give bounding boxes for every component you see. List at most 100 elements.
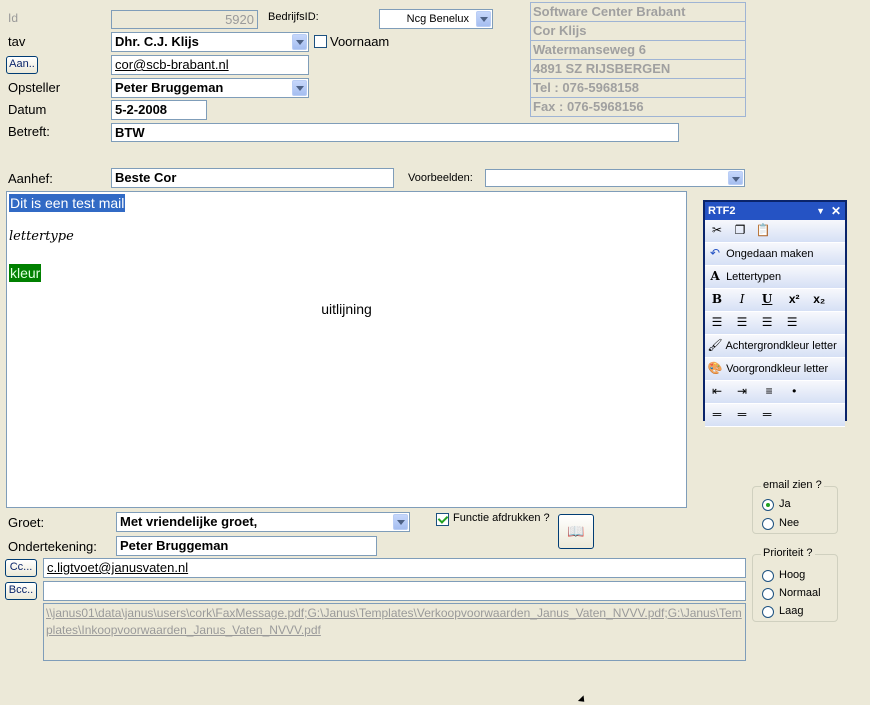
address-line-5: Tel : 076-5968158 xyxy=(530,78,746,98)
chevron-down-icon[interactable] xyxy=(292,80,307,96)
email-ja-label: Ja xyxy=(779,498,791,510)
rtf-row-format: B I U x² x₂ xyxy=(705,289,845,312)
betreft-label: Betreft: xyxy=(8,124,50,139)
attachments-list[interactable]: \\janus01\data\janus\users\cork\FaxMessa… xyxy=(43,603,746,661)
dropdown-icon[interactable]: ▼ xyxy=(816,202,825,220)
cc-button[interactable]: Cc... xyxy=(5,559,37,577)
bedrijfsid-label: BedrijfsID: xyxy=(268,11,319,23)
groet-select[interactable]: Met vriendelijke groet, xyxy=(116,512,410,532)
voorbeelden-select[interactable] xyxy=(485,169,745,187)
chevron-down-icon[interactable] xyxy=(728,171,743,185)
address-book-button[interactable]: 📖 xyxy=(558,514,594,549)
line-triple-icon[interactable]: ═ xyxy=(759,404,775,425)
ondertekening-input[interactable]: Peter Bruggeman xyxy=(116,536,377,556)
rtf-row-clipboard: ✂ ❐ 📋 xyxy=(705,220,845,243)
opsteller-value: Peter Bruggeman xyxy=(115,80,224,95)
message-editor[interactable]: Dit is een test mail lettertype kleur ui… xyxy=(6,191,687,508)
paint-bucket-icon: 🖌 xyxy=(707,338,723,352)
aanhef-input[interactable]: Beste Cor xyxy=(111,168,394,188)
cut-icon[interactable]: ✂ xyxy=(709,220,725,241)
rtf-row-lines: ═ ═ ═ xyxy=(705,404,845,427)
superscript-icon[interactable]: x² xyxy=(786,289,802,310)
rtf-row-indent: ⇤ ⇥ ≡ • xyxy=(705,381,845,404)
email-nee-radio[interactable] xyxy=(762,518,774,530)
opsteller-label: Opsteller xyxy=(8,80,61,95)
bedrijfsid-select[interactable]: Ncg Benelux xyxy=(379,9,493,29)
tav-value: Dhr. C.J. Klijs xyxy=(115,34,199,49)
rtf-toolbar-title: RTF2 ▼ ✕ xyxy=(705,202,845,220)
email-zien-title: email zien ? xyxy=(761,479,824,491)
address-line-3: Watermanseweg 6 xyxy=(530,40,746,60)
aanhef-label: Aanhef: xyxy=(8,171,53,186)
betreft-input[interactable]: BTW xyxy=(111,123,679,142)
editor-line-align: uitlijning xyxy=(321,301,372,317)
rtf-fgcolor-label: Voorgrondkleur letter xyxy=(726,363,829,375)
rtf-bgcolor-button[interactable]: 🖌 Achtergrondkleur letter xyxy=(705,335,845,358)
opsteller-select[interactable]: Peter Bruggeman xyxy=(111,78,309,98)
datum-input[interactable]: 5-2-2008 xyxy=(111,100,207,120)
italic-icon[interactable]: I xyxy=(734,289,750,310)
prioriteit-group: Prioriteit ? Hoog Normaal Laag xyxy=(752,547,838,622)
email-ja-radio[interactable] xyxy=(762,499,774,511)
address-line-2: Cor Klijs xyxy=(530,21,746,41)
align-right-icon[interactable]: ☰ xyxy=(759,312,775,333)
prio-normaal-label: Normaal xyxy=(779,587,821,599)
chevron-down-icon[interactable] xyxy=(393,514,408,530)
mouse-cursor-icon xyxy=(577,695,588,705)
email-nee-label: Nee xyxy=(779,517,800,529)
rtf-fonts-button[interactable]: A Lettertypen xyxy=(705,266,845,289)
palette-icon: 🎨 xyxy=(707,361,723,375)
line-single-icon[interactable]: ═ xyxy=(709,404,725,425)
voornaam-checkbox[interactable] xyxy=(314,35,327,48)
subscript-icon[interactable]: x₂ xyxy=(811,289,827,310)
align-center-icon[interactable]: ☰ xyxy=(734,312,750,333)
aan-button[interactable]: Aan.. xyxy=(6,56,38,74)
tav-select[interactable]: Dhr. C.J. Klijs xyxy=(111,32,309,52)
underline-icon[interactable]: U xyxy=(759,289,775,310)
rtf-undo-button[interactable]: ↶ Ongedaan maken xyxy=(705,243,845,266)
undo-icon: ↶ xyxy=(709,246,721,260)
prioriteit-title: Prioriteit ? xyxy=(761,547,815,559)
chevron-down-icon[interactable] xyxy=(292,34,307,50)
prio-laag-label: Laag xyxy=(779,605,804,617)
indent-decrease-icon[interactable]: ⇤ xyxy=(709,381,725,402)
prio-normaal-radio[interactable] xyxy=(762,588,774,600)
chevron-down-icon[interactable] xyxy=(476,11,491,27)
align-justify-icon[interactable]: ☰ xyxy=(784,312,800,333)
indent-increase-icon[interactable]: ⇥ xyxy=(734,381,750,402)
editor-line-color: kleur xyxy=(9,264,42,282)
bcc-button[interactable]: Bcc.. xyxy=(5,582,37,600)
cc-input[interactable]: c.ligtvoet@janusvaten.nl xyxy=(43,558,746,578)
rtf-title-text: RTF2 xyxy=(708,205,736,217)
copy-icon[interactable]: ❐ xyxy=(732,220,748,241)
close-icon[interactable]: ✕ xyxy=(831,202,841,220)
groet-value: Met vriendelijke groet, xyxy=(120,514,258,529)
address-line-6: Fax : 076-5968156 xyxy=(530,97,746,117)
prio-hoog-radio[interactable] xyxy=(762,570,774,582)
rtf-toolbar: RTF2 ▼ ✕ ✂ ❐ 📋 ↶ Ongedaan maken A Letter… xyxy=(703,200,847,427)
editor-line-selected: Dit is een test mail xyxy=(9,194,126,212)
rtf-fgcolor-button[interactable]: 🎨 Voorgrondkleur letter xyxy=(705,358,845,381)
functie-checkbox[interactable] xyxy=(436,513,449,526)
prio-laag-radio[interactable] xyxy=(762,606,774,618)
id-label: Id xyxy=(8,11,19,25)
id-field: 5920 xyxy=(111,10,258,29)
bedrijfsid-value: Ncg Benelux xyxy=(406,13,469,25)
bold-icon[interactable]: B xyxy=(709,289,725,310)
aan-input[interactable]: cor@scb-brabant.nl xyxy=(111,55,309,75)
prio-hoog-label: Hoog xyxy=(779,569,806,581)
address-line-4: 4891 SZ RIJSBERGEN xyxy=(530,59,746,79)
groet-label: Groet: xyxy=(8,515,45,530)
line-double-icon[interactable]: ═ xyxy=(734,404,750,425)
tav-label: tav xyxy=(8,34,26,49)
bcc-input[interactable] xyxy=(43,581,746,601)
numbered-list-icon[interactable]: ≡ xyxy=(761,381,777,402)
address-line-1: Software Center Brabant xyxy=(530,2,746,22)
bullet-list-icon[interactable]: • xyxy=(786,381,802,402)
rtf-bgcolor-label: Achtergrondkleur letter xyxy=(725,340,837,352)
align-left-icon[interactable]: ☰ xyxy=(709,312,725,333)
functie-label: Functie afdrukken ? xyxy=(453,512,550,524)
rtf-fonts-label: Lettertypen xyxy=(726,271,782,283)
paste-icon[interactable]: 📋 xyxy=(755,220,771,241)
voorbeelden-label: Voorbeelden: xyxy=(408,172,473,184)
